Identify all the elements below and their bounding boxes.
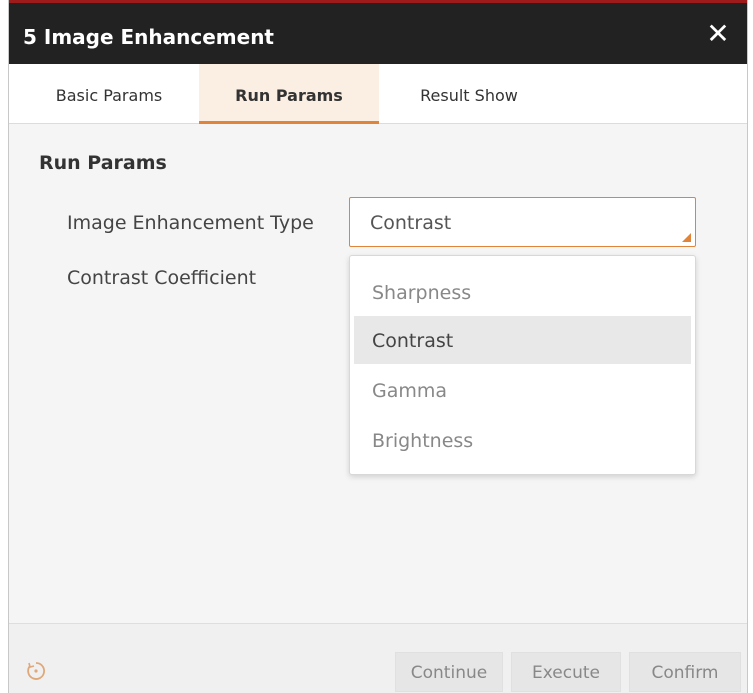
footer: Continue Execute Confirm (9, 623, 747, 693)
execute-button[interactable]: Execute (511, 652, 621, 692)
reload-icon[interactable] (25, 660, 47, 682)
tab-basic-params[interactable]: Basic Params (29, 64, 189, 124)
continue-button[interactable]: Continue (395, 652, 503, 692)
tab-result-show[interactable]: Result Show (389, 64, 549, 124)
image-enhancement-type-select[interactable]: Contrast (349, 197, 696, 247)
contrast-coefficient-label: Contrast Coefficient (67, 267, 257, 289)
image-enhancement-dialog: 5 Image Enhancement ✕ Basic Params Run P… (8, 0, 748, 693)
dropdown-arrow-icon (682, 233, 691, 242)
close-icon[interactable]: ✕ (703, 19, 733, 49)
tab-bar: Basic Params Run Params Result Show (9, 64, 747, 124)
option-brightness[interactable]: Brightness (354, 416, 691, 464)
option-gamma[interactable]: Gamma (354, 366, 691, 414)
tab-run-params[interactable]: Run Params (199, 64, 379, 124)
confirm-button[interactable]: Confirm (629, 652, 741, 692)
dropdown-menu: Sharpness Contrast Gamma Brightness (349, 255, 696, 475)
window-title: 5 Image Enhancement (23, 25, 274, 49)
option-contrast[interactable]: Contrast (354, 316, 691, 364)
image-enhancement-type-label: Image Enhancement Type (67, 212, 314, 234)
select-value: Contrast (370, 212, 452, 234)
title-bar: 5 Image Enhancement ✕ (9, 0, 747, 64)
option-sharpness[interactable]: Sharpness (354, 268, 691, 316)
section-title: Run Params (39, 152, 167, 174)
